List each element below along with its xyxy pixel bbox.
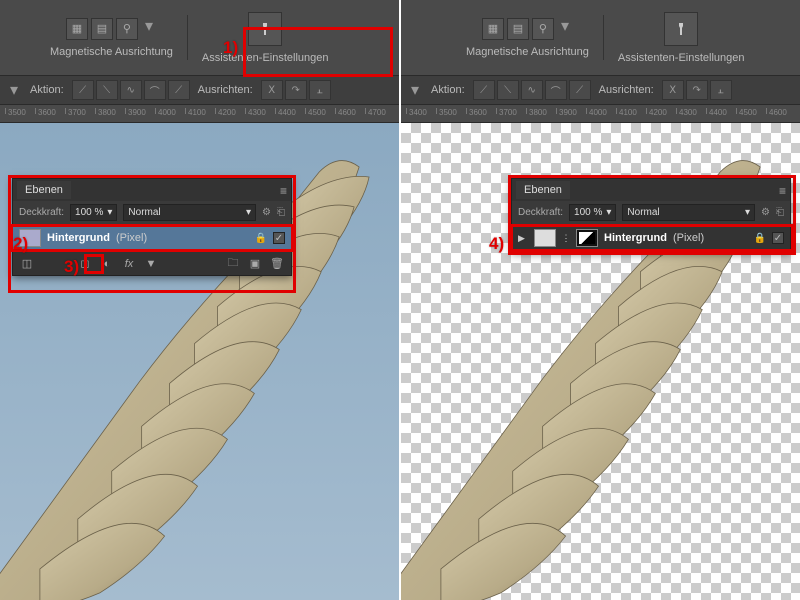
divider bbox=[187, 15, 188, 60]
align-btn-2[interactable]: ↷ bbox=[285, 80, 307, 100]
chevron-down-icon[interactable]: ▾ bbox=[6, 82, 22, 98]
annotation-1-box bbox=[243, 27, 393, 77]
action-btn-3[interactable]: ∿ bbox=[521, 80, 543, 100]
assistant-settings-label: Assistenten-Einstellungen bbox=[618, 52, 745, 64]
align-btn-1[interactable]: Ⅹ bbox=[662, 80, 684, 100]
snap-toggle-icon[interactable]: ▤ bbox=[507, 18, 529, 40]
magnetic-align-group: ▦ ▤ ⚲ ▾ Magnetische Ausrichtung bbox=[40, 8, 183, 67]
align-btn-3[interactable]: ⫠ bbox=[710, 80, 732, 100]
chevron-down-icon[interactable]: ▾ bbox=[407, 82, 423, 98]
flashlight-icon bbox=[674, 22, 688, 36]
ruler-tick: 3800 bbox=[95, 108, 116, 114]
annotation-2: 2) bbox=[13, 234, 28, 254]
annotation-4-box bbox=[510, 224, 794, 252]
align-btn-1[interactable]: Ⅹ bbox=[261, 80, 283, 100]
action-bar: ▾ Aktion: ⟋ ⟍ ∿ ⌒ ⟋ Ausrichten: Ⅹ ↷ ⫠ bbox=[0, 75, 399, 105]
right-pane: ▦ ▤ ⚲ ▾ Magnetische Ausrichtung Assisten… bbox=[401, 0, 800, 600]
align-label: Ausrichten: bbox=[599, 84, 654, 96]
magnet-icon[interactable]: ⚲ bbox=[116, 18, 138, 40]
action-label: Aktion: bbox=[30, 84, 64, 96]
ruler-tick: 4400 bbox=[275, 108, 296, 114]
assistant-settings-button[interactable] bbox=[664, 12, 698, 46]
action-btn-4[interactable]: ⌒ bbox=[144, 80, 166, 100]
action-btn-4[interactable]: ⌒ bbox=[545, 80, 567, 100]
annotation-3-box bbox=[84, 254, 104, 274]
align-label: Ausrichten: bbox=[198, 84, 253, 96]
assistant-settings-group: Assistenten-Einstellungen bbox=[608, 8, 755, 67]
ruler-tick: 4500 bbox=[305, 108, 326, 114]
ruler-tick: 3700 bbox=[65, 108, 86, 114]
ruler-tick: 4700 bbox=[365, 108, 386, 114]
annotation-2-box bbox=[10, 224, 294, 252]
action-btn-1[interactable]: ⟋ bbox=[72, 80, 94, 100]
snap-toggle-icon[interactable]: ▤ bbox=[91, 18, 113, 40]
ruler-tick: 4600 bbox=[335, 108, 356, 114]
action-btn-2[interactable]: ⟍ bbox=[96, 80, 118, 100]
ruler-tick: 3900 bbox=[556, 108, 577, 114]
horizontal-ruler: 3400 3500 3600 3700 3800 3900 4000 4100 … bbox=[401, 105, 800, 123]
annotation-4: 4) bbox=[489, 234, 504, 254]
ruler-tick: 4500 bbox=[736, 108, 757, 114]
magnetic-align-label: Magnetische Ausrichtung bbox=[50, 46, 173, 58]
chevron-down-icon[interactable]: ▾ bbox=[141, 18, 157, 34]
action-label: Aktion: bbox=[431, 84, 465, 96]
magnetic-align-label: Magnetische Ausrichtung bbox=[466, 46, 589, 58]
ruler-tick: 3500 bbox=[5, 108, 26, 114]
action-btn-5[interactable]: ⟋ bbox=[168, 80, 190, 100]
magnet-icon[interactable]: ⚲ bbox=[532, 18, 554, 40]
annotation-3: 3) bbox=[64, 257, 79, 277]
action-btn-3[interactable]: ∿ bbox=[120, 80, 142, 100]
horizontal-ruler: 3500 3600 3700 3800 3900 4000 4100 4200 … bbox=[0, 105, 399, 123]
ruler-tick: 3600 bbox=[35, 108, 56, 114]
divider bbox=[603, 15, 604, 60]
action-btn-2[interactable]: ⟍ bbox=[497, 80, 519, 100]
ruler-tick: 4400 bbox=[706, 108, 727, 114]
ruler-tick: 4200 bbox=[646, 108, 667, 114]
top-toolbar: ▦ ▤ ⚲ ▾ Magnetische Ausrichtung Assisten… bbox=[401, 0, 800, 75]
action-bar: ▾ Aktion: ⟋ ⟍ ∿ ⌒ ⟋ Ausrichten: Ⅹ ↷ ⫠ bbox=[401, 75, 800, 105]
action-btn-1[interactable]: ⟋ bbox=[473, 80, 495, 100]
ruler-tick: 3700 bbox=[496, 108, 517, 114]
ruler-tick: 3400 bbox=[406, 108, 427, 114]
action-btn-5[interactable]: ⟋ bbox=[569, 80, 591, 100]
ruler-tick: 4000 bbox=[155, 108, 176, 114]
grid-toggle-icon[interactable]: ▦ bbox=[66, 18, 88, 40]
ruler-tick: 4100 bbox=[185, 108, 206, 114]
align-btn-3[interactable]: ⫠ bbox=[309, 80, 331, 100]
grid-toggle-icon[interactable]: ▦ bbox=[482, 18, 504, 40]
ruler-tick: 4300 bbox=[245, 108, 266, 114]
magnetic-align-group: ▦ ▤ ⚲ ▾ Magnetische Ausrichtung bbox=[456, 8, 599, 67]
ruler-tick: 3500 bbox=[436, 108, 457, 114]
ruler-tick: 4100 bbox=[616, 108, 637, 114]
left-pane: ▦ ▤ ⚲ ▾ Magnetische Ausrichtung Assisten… bbox=[0, 0, 401, 600]
ruler-tick: 3600 bbox=[466, 108, 487, 114]
ruler-tick: 4200 bbox=[215, 108, 236, 114]
align-btn-2[interactable]: ↷ bbox=[686, 80, 708, 100]
annotation-1: 1) bbox=[223, 38, 238, 58]
ruler-tick: 4300 bbox=[676, 108, 697, 114]
chevron-down-icon[interactable]: ▾ bbox=[557, 18, 573, 34]
ruler-tick: 4000 bbox=[586, 108, 607, 114]
ruler-tick: 3800 bbox=[526, 108, 547, 114]
ruler-tick: 4600 bbox=[766, 108, 787, 114]
ruler-tick: 3900 bbox=[125, 108, 146, 114]
